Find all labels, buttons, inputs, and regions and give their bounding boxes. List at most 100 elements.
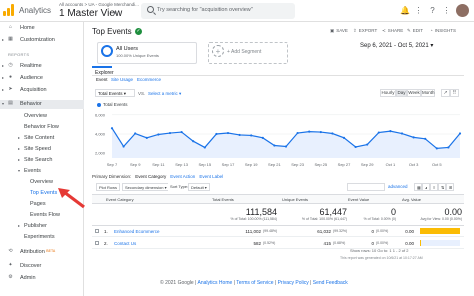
sidebar-item-site-search[interactable]: ▸ Site Search [0,156,84,165]
sidebar-item-home[interactable]: ⌂ Home [0,24,84,33]
granularity-day[interactable]: Day [396,89,407,97]
sidebar-item-acquisition[interactable]: ▸ ➤ Acquisition [0,86,84,95]
sidebar-item-publisher[interactable]: ▸ Publisher [0,222,84,231]
data-point[interactable] [308,130,311,133]
metric-dropdown[interactable]: Total Events ▾ [95,89,135,97]
footer-link-terms[interactable]: Terms of Service [236,280,273,286]
pivot-view-icon[interactable]: ⊞ [446,183,454,191]
data-point[interactable] [447,146,450,149]
sidebar-item-events-overview[interactable]: Overview [0,178,84,187]
data-point[interactable] [122,145,125,148]
motion-chart-icon[interactable]: ⠿ [450,89,459,97]
analytics-logo-icon[interactable] [3,4,15,16]
data-point[interactable] [354,145,357,149]
subtab-site-usage[interactable]: Site Usage [111,77,133,82]
data-point[interactable] [157,133,160,136]
data-point[interactable] [435,147,438,150]
line-chart-icon[interactable]: ↗ [441,89,450,97]
save-button[interactable]: ▣ SAVE [330,28,348,34]
subtab-event[interactable]: Event [96,77,108,82]
granularity-hourly[interactable]: Hourly [380,89,396,97]
dimension-event-category[interactable]: Event Category [135,174,166,179]
col-unique-events[interactable]: Unique Events [282,197,308,202]
sidebar-item-events-flow[interactable]: Events Flow [0,211,84,220]
plot-rows-button[interactable]: Plot Rows [96,183,121,191]
data-point[interactable] [366,143,369,146]
footer-link-analytics-home[interactable]: Analytics Home [198,280,233,286]
data-point[interactable] [342,136,346,139]
data-point[interactable] [250,134,253,137]
data-point[interactable] [296,131,299,135]
account-breadcrumb[interactable]: All accounts > UA - Google Merchandi... [59,2,139,7]
table-search-input[interactable] [347,183,385,191]
data-point[interactable] [424,137,427,140]
data-point[interactable] [192,140,195,143]
footer-link-privacy[interactable]: Privacy Policy [278,280,309,286]
data-point[interactable] [331,132,334,135]
granularity-month[interactable]: Month [421,89,435,97]
granularity-week[interactable]: Week [407,89,421,97]
help-icon[interactable]: ? [428,6,437,15]
sort-type-dropdown[interactable]: Default ▾ [188,183,210,191]
sidebar-item-experiments[interactable]: Experiments [0,233,84,242]
sidebar-item-attribution[interactable]: ⟲ Attribution BETA [0,248,84,257]
compare-view-icon[interactable]: ⇅ [438,183,446,191]
data-point[interactable] [389,130,392,133]
sidebar-item-site-content[interactable]: ▸ Site Content [0,134,84,143]
data-point[interactable] [110,127,114,130]
secondary-dimension-dropdown[interactable]: Secondary dimension ▾ [122,183,170,191]
col-event-value[interactable]: Event Value [348,197,369,202]
data-point[interactable] [238,133,241,137]
edit-button[interactable]: ✎ EDIT [407,28,423,34]
sidebar-item-realtime[interactable]: ▸ ◷ Realtime [0,62,84,71]
data-point[interactable] [145,136,148,139]
advanced-filter-link[interactable]: advanced [388,184,408,189]
col-total-events[interactable]: Total Events [212,197,234,202]
sidebar-item-behavior[interactable]: ▾ ▤ Behavior [0,100,84,109]
sidebar-item-discover[interactable]: ✦ Discover [0,262,84,271]
col-event-category[interactable]: Event Category [106,197,134,202]
sidebar-item-behavior-overview[interactable]: Overview [0,112,84,121]
sidebar-item-audience[interactable]: ▸ ● Audience [0,74,84,83]
dimension-event-action[interactable]: Event Action [170,174,195,179]
footer-link-feedback[interactable]: Send Feedback [313,280,348,286]
data-point[interactable] [458,132,462,135]
chevron-down-icon[interactable]: ▾ [113,9,117,17]
data-point[interactable] [180,130,183,134]
sidebar-item-customization[interactable]: ▸ ▦ Customization [0,36,84,45]
event-category-link[interactable]: Enhanced Ecommerce [114,229,160,234]
bar-view-icon[interactable]: ≡ [430,183,438,191]
data-point[interactable] [226,131,230,135]
dimension-event-label[interactable]: Event Label [199,174,223,179]
select-metric-dropdown[interactable]: Select a metric ▾ [148,91,181,97]
data-point[interactable] [400,132,404,135]
data-point[interactable] [203,146,206,149]
pie-view-icon[interactable]: ◕ [422,183,430,191]
sidebar-item-behavior-flow[interactable]: Behavior Flow [0,123,84,132]
event-category-link[interactable]: Contact Us [114,241,136,246]
data-point[interactable] [284,145,288,148]
export-button[interactable]: ⇪ EXPORT [353,28,377,34]
avatar[interactable] [456,4,469,17]
subtab-ecommerce[interactable]: Ecommerce [137,77,161,82]
pagination[interactable]: Show rows: 10 Go to: 1 1 - 2 of 2 [350,248,408,253]
more-icon[interactable]: ⋮ [442,6,451,15]
insights-button[interactable]: ◔ INSIGHTS [430,28,456,33]
share-button[interactable]: ≺ SHARE [382,28,403,34]
grid-view-icon[interactable]: ▦ [414,183,422,191]
row-checkbox[interactable] [95,229,99,233]
data-point[interactable] [168,131,172,135]
data-point[interactable] [412,136,415,139]
sidebar-item-events[interactable]: ▾ Events [0,167,84,176]
apps-grid-icon[interactable]: ⋮ [414,6,423,15]
date-range-picker[interactable]: Sep 6, 2021 - Oct 5, 2021 ▾ [360,42,433,49]
data-point[interactable] [273,144,276,147]
tab-explorer[interactable]: Explorer [92,66,114,76]
sidebar-item-site-speed[interactable]: ▸ Site Speed [0,145,84,154]
data-point[interactable] [261,136,264,139]
data-point[interactable] [215,132,218,136]
search-input[interactable]: Try searching for "acquisition overview" [157,7,253,13]
data-point[interactable] [319,130,322,134]
sidebar-item-admin[interactable]: ⚙ Admin [0,274,84,283]
row-checkbox[interactable] [95,241,99,245]
